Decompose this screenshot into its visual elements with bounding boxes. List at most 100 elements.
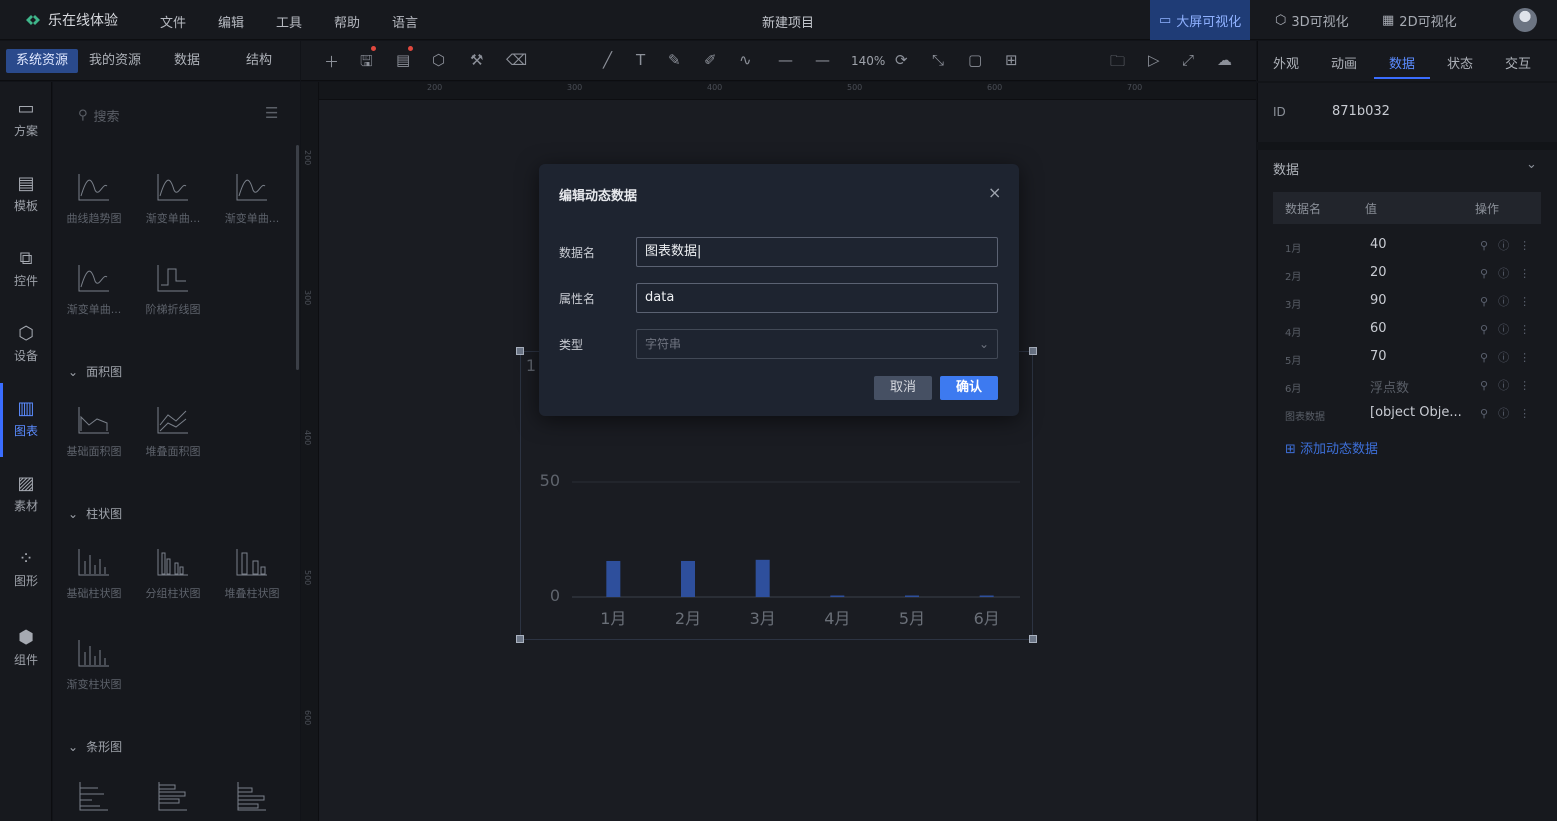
row-actions[interactable]: ⚲ⓘ⋮ <box>1480 377 1540 393</box>
tab-data[interactable]: 数据 <box>174 49 200 73</box>
more-icon[interactable]: ⋮ <box>1519 267 1540 280</box>
link-icon[interactable]: ⚲ <box>1480 295 1498 308</box>
cancel-button[interactable]: 取消 <box>874 376 932 400</box>
resource-item[interactable]: 阶梯折线图 <box>135 263 211 317</box>
app-logo[interactable]: 乐在线体验 <box>24 10 118 30</box>
resource-item[interactable]: 渐变单曲... <box>214 172 290 226</box>
link-icon[interactable]: ⚲ <box>1480 407 1498 420</box>
row-actions[interactable]: ⚲ⓘ⋮ <box>1480 293 1540 309</box>
row-value-placeholder[interactable]: 浮点数 <box>1370 377 1409 396</box>
zoom-level[interactable]: 140% <box>851 54 885 68</box>
info-icon[interactable]: ⓘ <box>1498 323 1519 336</box>
link-icon[interactable]: ⚲ <box>1480 379 1498 392</box>
rail-item-widget[interactable]: ⧉ 控件 <box>0 248 52 289</box>
eraser-icon[interactable]: ⌫ <box>506 51 527 69</box>
menu-edit[interactable]: 编辑 <box>218 12 244 31</box>
info-icon[interactable]: ⓘ <box>1498 379 1519 392</box>
cube-icon[interactable]: ⬡ <box>432 51 445 69</box>
hbar-chart-icon[interactable] <box>78 780 110 812</box>
resource-item[interactable]: 分组柱状图 <box>135 547 211 601</box>
link-icon[interactable]: ⚲ <box>1480 267 1498 280</box>
menu-tools[interactable]: 工具 <box>276 12 302 31</box>
resource-item[interactable]: 渐变柱状图 <box>56 638 132 692</box>
save-icon[interactable]: 🖫 <box>360 51 373 76</box>
confirm-button[interactable]: 确认 <box>940 376 998 400</box>
rail-item-material[interactable]: ▨ 素材 <box>0 473 52 514</box>
row-value[interactable]: 20 <box>1370 265 1387 280</box>
row-actions[interactable]: ⚲ⓘ⋮ <box>1480 237 1540 253</box>
row-actions[interactable]: ⚲ⓘ⋮ <box>1480 405 1540 421</box>
mode-2d-button[interactable]: ▦ 2D可视化 <box>1373 0 1466 40</box>
row-value[interactable]: 70 <box>1370 349 1387 364</box>
refresh-icon[interactable]: ⟳ <box>895 51 908 69</box>
resource-item[interactable]: 渐变单曲... <box>135 172 211 226</box>
more-icon[interactable]: ⋮ <box>1519 239 1540 252</box>
row-value[interactable]: 60 <box>1370 321 1387 336</box>
tab-interaction[interactable]: 交互 <box>1505 53 1531 72</box>
hbar-stacked-icon[interactable] <box>236 780 268 812</box>
tab-my-resources[interactable]: 我的资源 <box>89 49 141 73</box>
save-as-icon[interactable]: ▤ <box>396 51 410 69</box>
pen-icon[interactable]: ✎ <box>668 51 681 69</box>
add-dynamic-data-button[interactable]: ⊞ 添加动态数据 <box>1285 438 1378 457</box>
resource-item[interactable]: 渐变单曲... <box>56 263 132 317</box>
search-input[interactable]: ⚲ 搜索 <box>78 106 120 125</box>
shrink-icon[interactable]: ⤡ <box>932 51 944 69</box>
info-icon[interactable]: ⓘ <box>1498 239 1519 252</box>
rail-item-component[interactable]: ⬢ 组件 <box>0 627 52 668</box>
resource-item[interactable]: 堆叠面积图 <box>135 405 211 459</box>
row-value[interactable]: [object Obje... <box>1370 405 1462 420</box>
mode-3d-button[interactable]: ⬡ 3D可视化 <box>1266 0 1358 40</box>
row-actions[interactable]: ⚲ⓘ⋮ <box>1480 321 1540 337</box>
layout-icon[interactable]: ⊞ <box>1005 51 1018 69</box>
rail-item-chart[interactable]: ▥ 图表 <box>0 398 52 439</box>
folder-icon[interactable]: 🗀 <box>1110 51 1125 76</box>
tab-state[interactable]: 状态 <box>1447 53 1473 72</box>
list-menu-icon[interactable]: ☰ <box>265 104 278 122</box>
menu-file[interactable]: 文件 <box>160 12 186 31</box>
scrollbar[interactable] <box>296 145 299 370</box>
share-icon[interactable]: ⤢ <box>1182 51 1194 69</box>
info-icon[interactable]: ⓘ <box>1498 295 1519 308</box>
cloud-icon[interactable]: ☁ <box>1217 51 1232 69</box>
text-tool-icon[interactable]: T <box>636 51 645 69</box>
info-icon[interactable]: ⓘ <box>1498 267 1519 280</box>
brush-icon[interactable]: ✐ <box>704 51 717 69</box>
line-style-icon[interactable]: — <box>778 51 793 69</box>
row-actions[interactable]: ⚲ⓘ⋮ <box>1480 349 1540 365</box>
hbar-grouped-icon[interactable] <box>157 780 189 812</box>
format-brush-icon[interactable]: ⚒ <box>470 51 483 69</box>
tab-appearance[interactable]: 外观 <box>1273 53 1299 72</box>
section-bar[interactable]: ⌄ 柱状图 <box>68 505 122 522</box>
resource-item[interactable]: 基础柱状图 <box>56 547 132 601</box>
link-icon[interactable]: ⚲ <box>1480 323 1498 336</box>
resource-item[interactable]: 堆叠柱状图 <box>214 547 290 601</box>
type-select[interactable]: 字符串 ⌄ <box>636 329 998 359</box>
rail-item-device[interactable]: ⬡ 设备 <box>0 323 52 364</box>
close-icon[interactable]: × <box>988 183 1001 202</box>
tab-data-active[interactable]: 数据 <box>1389 53 1415 72</box>
more-icon[interactable]: ⋮ <box>1519 295 1540 308</box>
section-area[interactable]: ⌄ 面积图 <box>68 363 122 380</box>
row-value[interactable]: 40 <box>1370 237 1387 252</box>
add-icon[interactable]: ＋ <box>324 51 339 72</box>
section-hbar[interactable]: ⌄ 条形图 <box>68 738 122 755</box>
chevron-down-icon[interactable]: ⌄ <box>1526 157 1537 172</box>
rail-item-scheme[interactable]: ▭ 方案 <box>0 98 52 139</box>
tab-animation[interactable]: 动画 <box>1331 53 1357 72</box>
link-icon[interactable]: ⚲ <box>1480 351 1498 364</box>
mode-screen-button[interactable]: ▭ 大屏可视化 <box>1150 0 1251 40</box>
resource-item[interactable]: 基础面积图 <box>56 405 132 459</box>
rail-item-template[interactable]: ▤ 模板 <box>0 173 52 214</box>
avatar[interactable] <box>1513 8 1537 32</box>
tab-structure[interactable]: 结构 <box>246 49 272 73</box>
row-actions[interactable]: ⚲ⓘ⋮ <box>1480 265 1540 281</box>
info-icon[interactable]: ⓘ <box>1498 351 1519 364</box>
link-icon[interactable]: ⚲ <box>1480 239 1498 252</box>
more-icon[interactable]: ⋮ <box>1519 407 1540 420</box>
row-value[interactable]: 90 <box>1370 293 1387 308</box>
more-icon[interactable]: ⋮ <box>1519 379 1540 392</box>
menu-language[interactable]: 语言 <box>392 12 418 31</box>
more-icon[interactable]: ⋮ <box>1519 323 1540 336</box>
info-icon[interactable]: ⓘ <box>1498 407 1519 420</box>
